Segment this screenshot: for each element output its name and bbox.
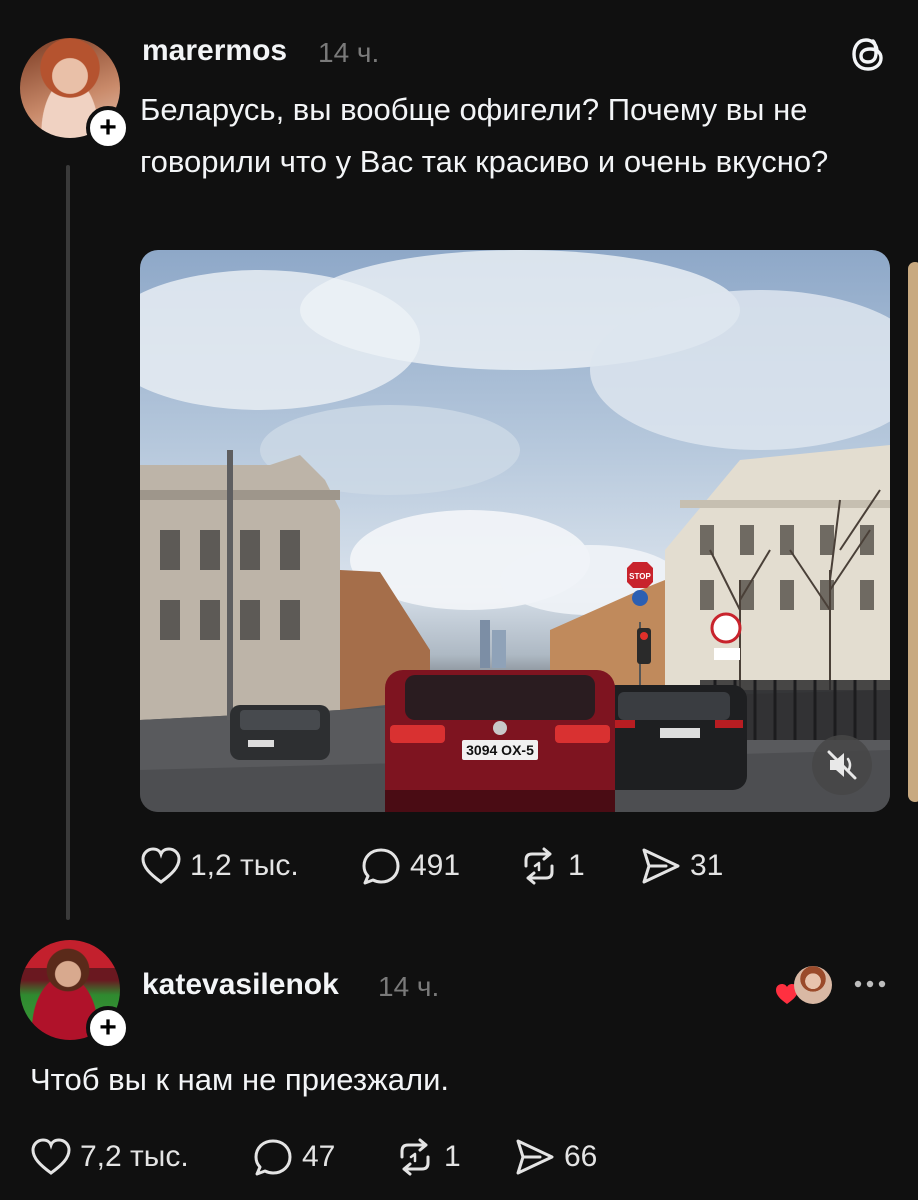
repost-count: 1 — [444, 1140, 461, 1173]
like-count: 7,2 тыс. — [80, 1140, 189, 1173]
like-count: 1,2 тыс. — [190, 849, 299, 882]
share-count: 31 — [690, 849, 724, 882]
stop-sign-text: STOP — [629, 572, 651, 581]
repost-icon — [524, 847, 554, 885]
comment-bubble-icon — [254, 1139, 292, 1176]
thread-connector-line — [66, 165, 70, 920]
like-button[interactable]: 7,2 тыс. — [30, 1137, 252, 1177]
speaker-muted-icon — [827, 750, 857, 780]
threads-logo-icon[interactable] — [846, 32, 890, 76]
repost-count: 1 — [568, 849, 585, 882]
repost-button[interactable]: 1 — [394, 1137, 514, 1177]
share-button[interactable]: 66 — [514, 1137, 597, 1177]
reply-actions-bar: 7,2 тыс. 47 1 66 — [30, 1137, 597, 1177]
comment-button[interactable]: 491 — [360, 846, 518, 886]
post-timestamp: 14 ч. — [318, 37, 380, 68]
repost-button[interactable]: 1 — [518, 846, 640, 886]
liked-by-author-indicator — [774, 966, 834, 1006]
next-photo-preview[interactable] — [908, 262, 918, 802]
comment-count: 491 — [410, 849, 461, 882]
comment-button[interactable]: 47 — [252, 1137, 394, 1177]
mute-toggle-button[interactable] — [812, 735, 872, 795]
reply-text: Чтоб вы к нам не приезжали. — [30, 1062, 450, 1097]
post-actions-bar: 1,2 тыс. 491 1 31 — [140, 846, 723, 886]
share-count: 66 — [564, 1140, 598, 1173]
more-dots-icon[interactable] — [850, 972, 890, 996]
comment-count: 47 — [302, 1140, 336, 1173]
share-button[interactable]: 31 — [640, 846, 723, 886]
street-scene-image: STOP 3094 OX-5 — [140, 250, 890, 812]
author-mini-avatar — [794, 966, 832, 1004]
heart-icon — [31, 1138, 71, 1175]
follow-plus-icon[interactable]: + — [86, 1006, 130, 1050]
post-username[interactable]: marermos — [142, 34, 287, 68]
threads-feed: + marermos 14 ч. Беларусь, вы вообще офи… — [0, 0, 918, 1200]
repost-icon — [400, 1138, 430, 1176]
post-photo[interactable]: STOP 3094 OX-5 — [140, 250, 890, 812]
license-plate-text: 3094 OX-5 — [466, 742, 534, 758]
post-text: Беларусь, вы вообще офигели? Почему вы н… — [140, 92, 829, 179]
reply-username[interactable]: katevasilenok — [142, 968, 339, 1002]
comment-bubble-icon — [362, 848, 400, 885]
reply-timestamp: 14 ч. — [378, 971, 440, 1002]
heart-icon — [141, 847, 181, 884]
like-button[interactable]: 1,2 тыс. — [140, 846, 360, 886]
send-icon — [642, 848, 680, 884]
follow-plus-icon[interactable]: + — [86, 106, 130, 150]
send-icon — [516, 1139, 554, 1175]
